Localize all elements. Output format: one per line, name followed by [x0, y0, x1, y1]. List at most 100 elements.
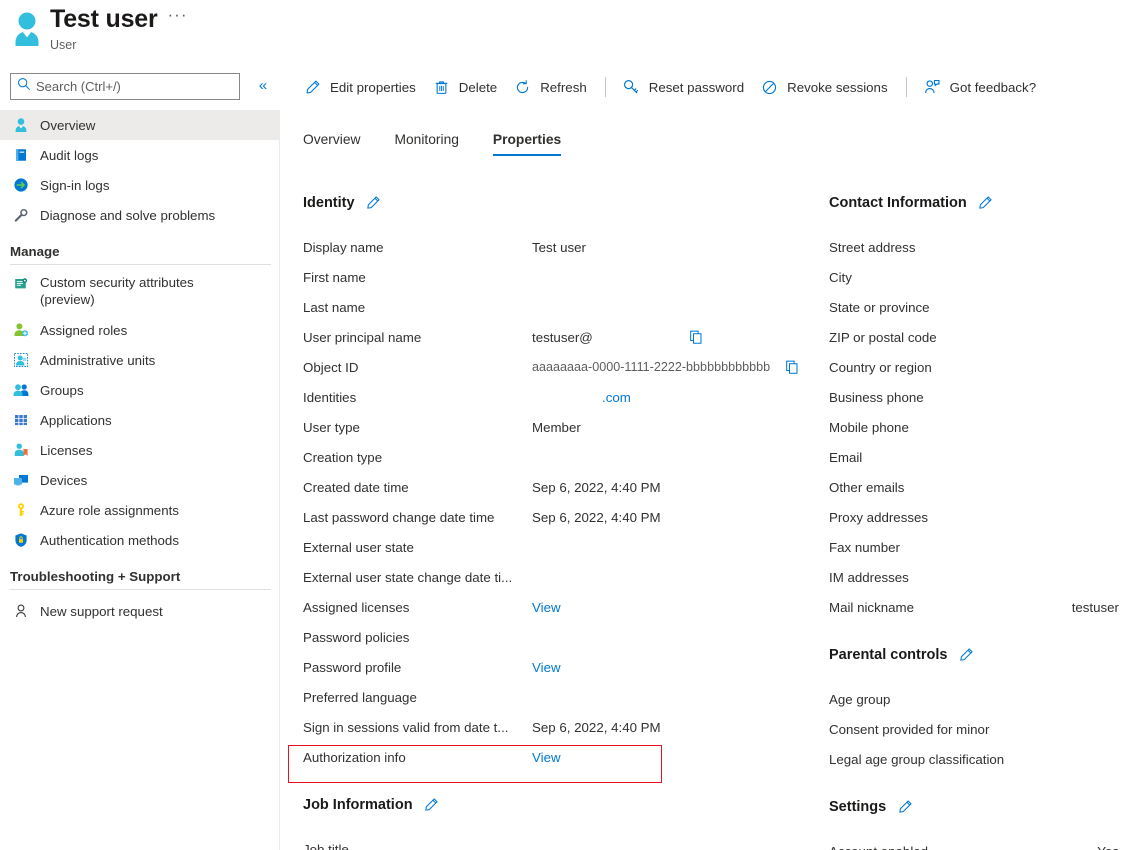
- person-add-icon: [12, 321, 30, 339]
- section-title: Contact Information: [829, 195, 967, 211]
- property-row-other-emails: Other emails: [829, 472, 1119, 502]
- property-row-user-type: User type Member: [303, 412, 813, 442]
- property-label: Last name: [303, 299, 366, 315]
- property-label: Object ID: [303, 359, 359, 375]
- tab-monitoring[interactable]: Monitoring: [395, 132, 459, 156]
- delete-button[interactable]: Delete: [432, 73, 497, 101]
- collapse-sidebar-button[interactable]: «: [252, 76, 274, 98]
- sidebar-item-label: Licenses: [40, 442, 93, 458]
- property-label: Authorization info: [303, 749, 406, 765]
- property-row-city: City: [829, 262, 1119, 292]
- copy-icon[interactable]: [688, 329, 704, 345]
- tool-label: Refresh: [540, 79, 587, 95]
- property-label: User type: [303, 419, 360, 435]
- property-label: Other emails: [829, 479, 905, 495]
- property-value-link[interactable]: .com: [602, 390, 631, 405]
- property-row-external-user-state-change-date-time: External user state change date ti...: [303, 562, 813, 592]
- sidebar-item-groups[interactable]: Groups: [0, 375, 279, 405]
- contact-column: Contact Information Street address City …: [829, 192, 1119, 850]
- sidebar-item-label: Groups: [40, 382, 84, 398]
- property-value-link[interactable]: View: [532, 660, 813, 675]
- property-row-last-name: Last name: [303, 292, 813, 322]
- property-row-preferred-language: Preferred language: [303, 682, 813, 712]
- property-row-assigned-licenses: Assigned licenses View: [303, 592, 813, 622]
- sidebar-item-diagnose-and-solve-problems[interactable]: Diagnose and solve problems: [0, 200, 279, 230]
- sidebar-item-azure-role-assignments[interactable]: Azure role assignments: [0, 495, 279, 525]
- sidebar-item-custom-security-attributes[interactable]: Custom security attributes (preview): [0, 271, 279, 315]
- property-label: City: [829, 269, 852, 285]
- sidebar-item-audit-logs[interactable]: Audit logs: [0, 140, 279, 170]
- section-header-settings: Settings: [829, 796, 1119, 818]
- page-header: Test user ··· User: [0, 0, 290, 64]
- more-options-button[interactable]: ···: [168, 5, 188, 25]
- property-label: Legal age group classification: [829, 751, 1005, 767]
- property-row-user-principal-name: User principal name testuser@: [303, 322, 813, 352]
- wrench-icon: [12, 206, 30, 224]
- property-row-state-or-province: State or province: [829, 292, 1119, 322]
- toolbar-divider: [604, 77, 606, 97]
- edit-job-information-pencil-icon[interactable]: [423, 797, 440, 814]
- property-label: Account enabled: [829, 844, 1029, 850]
- edit-contact-information-pencil-icon[interactable]: [977, 195, 994, 212]
- property-value: Member: [532, 419, 581, 435]
- property-row-authorization-info: Authorization info View: [303, 742, 813, 772]
- search-box[interactable]: [10, 73, 240, 100]
- edit-properties-button[interactable]: Edit properties: [303, 73, 416, 101]
- reset-password-button[interactable]: Reset password: [622, 73, 744, 101]
- sidebar-item-label: Assigned roles: [40, 322, 128, 338]
- tab-overview[interactable]: Overview: [303, 132, 361, 156]
- refresh-icon: [513, 78, 532, 97]
- sidebar-item-label: Devices: [40, 472, 88, 488]
- tool-label: Delete: [458, 79, 498, 95]
- devices-icon: [12, 471, 30, 489]
- search-input[interactable]: [36, 79, 233, 94]
- copy-icon[interactable]: [784, 359, 800, 375]
- revoke-sessions-button[interactable]: Revoke sessions: [760, 73, 888, 101]
- document-gear-icon: [12, 275, 30, 293]
- property-label: Business phone: [829, 389, 924, 405]
- applications-grid-icon: [12, 411, 30, 429]
- property-row-identities: Identities .com: [303, 382, 813, 412]
- sidebar-group-troubleshooting-support: Troubleshooting + Support: [10, 569, 181, 584]
- property-value-link[interactable]: View: [532, 600, 813, 615]
- property-row-mail-nickname: Mail nickname testuser: [829, 592, 1119, 622]
- sidebar-item-applications[interactable]: Applications: [0, 405, 279, 435]
- property-row-business-phone: Business phone: [829, 382, 1119, 412]
- sidebar-item-overview[interactable]: Overview: [0, 110, 279, 140]
- search-icon: [17, 77, 31, 96]
- sidebar-item-licenses[interactable]: Licenses: [0, 435, 279, 465]
- property-label: Password profile: [303, 659, 402, 675]
- edit-identity-pencil-icon[interactable]: [365, 195, 382, 212]
- property-row-sign-in-sessions-valid-from-date-time: Sign in sessions valid from date t... Se…: [303, 712, 813, 742]
- edit-settings-pencil-icon[interactable]: [896, 799, 913, 816]
- sidebar-item-authentication-methods[interactable]: Authentication methods: [0, 525, 279, 555]
- property-label: External user state change date ti...: [303, 569, 513, 585]
- property-row-proxy-addresses: Proxy addresses: [829, 502, 1119, 532]
- feedback-person-icon: [923, 78, 942, 97]
- property-label: State or province: [829, 299, 930, 315]
- sidebar-item-sign-in-logs[interactable]: Sign-in logs: [0, 170, 279, 200]
- got-feedback-button[interactable]: Got feedback?: [923, 73, 1036, 101]
- sidebar-item-label: Audit logs: [40, 147, 99, 163]
- property-label: Mail nickname: [829, 599, 914, 615]
- sidebar-item-assigned-roles[interactable]: Assigned roles: [0, 315, 279, 345]
- property-row-object-id: Object ID aaaaaaaa-0000-1111-2222-bbbbbb…: [303, 352, 813, 382]
- section-header-contact-information: Contact Information: [829, 192, 1119, 214]
- section-title: Job Information: [303, 797, 413, 813]
- sidebar-item-new-support-request[interactable]: New support request: [0, 596, 279, 626]
- identity-column: Identity Display name Test user First na…: [303, 192, 813, 850]
- refresh-button[interactable]: Refresh: [513, 73, 587, 101]
- edit-parental-controls-pencil-icon[interactable]: [957, 647, 974, 664]
- section-title: Identity: [303, 195, 355, 211]
- sidebar-divider: [10, 264, 271, 265]
- sidebar-item-devices[interactable]: Devices: [0, 465, 279, 495]
- sidebar-item-administrative-units[interactable]: Administrative units: [0, 345, 279, 375]
- tab-properties[interactable]: Properties: [492, 132, 562, 156]
- toolbar-divider: [905, 77, 907, 97]
- property-value-link[interactable]: View: [532, 750, 813, 765]
- section-title: Settings: [829, 799, 887, 815]
- property-label: Email: [829, 449, 863, 465]
- section-header-job-information: Job Information: [303, 794, 813, 816]
- page-title: Test user: [50, 5, 158, 33]
- groups-icon: [12, 381, 30, 399]
